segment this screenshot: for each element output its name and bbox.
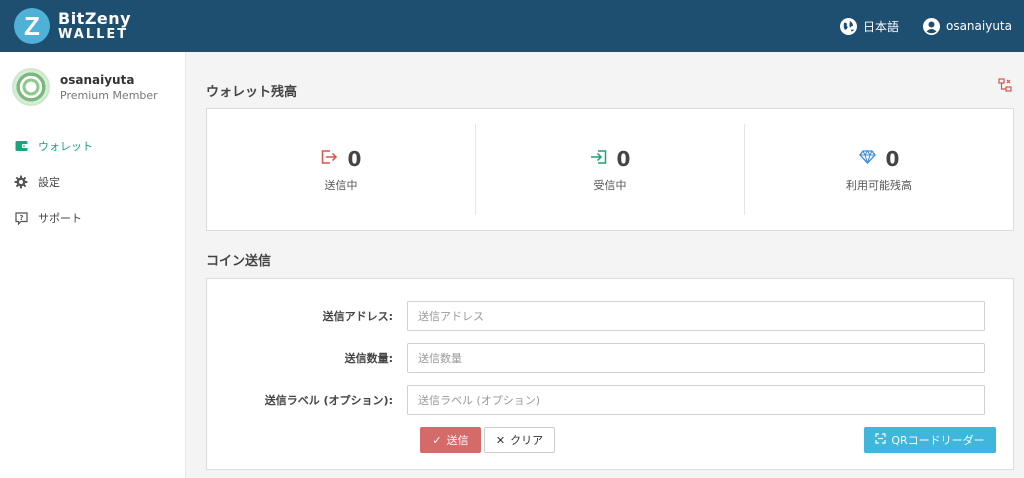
address-input[interactable] <box>407 301 985 331</box>
language-label: 日本語 <box>862 19 899 34</box>
available-balance: 0 利用可能残高 <box>745 124 1013 215</box>
receiving-label: 受信中 <box>593 178 627 192</box>
user-icon <box>922 17 940 35</box>
clear-button[interactable]: ✕ クリア <box>484 427 555 453</box>
balance-title: ウォレット残高 <box>206 85 298 100</box>
globe-icon <box>839 17 857 35</box>
available-label: 利用可能残高 <box>846 178 912 192</box>
sign-in-icon <box>590 149 607 168</box>
sending-value: 0 <box>347 146 362 171</box>
sign-out-icon <box>321 149 338 168</box>
send-form: 送信アドレス: 送信数量: 送信ラベル (オプション): ✓ 送信 ✕ クリア <box>206 278 1014 470</box>
network-status-icon[interactable] <box>998 77 1012 96</box>
qr-scan-icon <box>875 433 886 447</box>
memo-label: 送信ラベル (オプション): <box>264 394 393 407</box>
wallet-icon <box>14 139 28 153</box>
sending-balance: 0 送信中 <box>207 124 476 215</box>
close-icon: ✕ <box>495 433 506 447</box>
sidebar-item-wallet[interactable]: ウォレット <box>0 128 185 164</box>
diamond-icon <box>858 149 876 168</box>
gear-icon <box>14 175 28 189</box>
main-content: ウォレット残高 0 送信中 0 受信中 0 利用可能残高 コイン送信 送信アドレ… <box>206 52 1014 470</box>
brand-name: BitZeny <box>58 8 132 28</box>
brand-logo: Z <box>14 8 50 44</box>
sidebar: osanaiyuta Premium Member ウォレット 設定 ? サポー… <box>0 52 186 478</box>
receiving-balance: 0 受信中 <box>476 124 745 215</box>
avatar <box>12 68 50 106</box>
memo-input[interactable] <box>407 385 985 415</box>
amount-input[interactable] <box>407 343 985 373</box>
send-title: コイン送信 <box>206 254 272 269</box>
username-label: osanaiyuta <box>945 19 1012 33</box>
amount-label: 送信数量: <box>344 352 393 365</box>
address-label: 送信アドレス: <box>322 310 393 323</box>
user-menu[interactable]: osanaiyuta <box>922 17 1012 35</box>
svg-text:?: ? <box>19 214 23 222</box>
support-icon: ? <box>14 211 28 225</box>
brand-subtitle: WALLET <box>58 26 129 42</box>
sidebar-item-label: ウォレット <box>38 140 93 153</box>
sidebar-item-label: サポート <box>38 212 82 225</box>
balance-panel: 0 送信中 0 受信中 0 利用可能残高 <box>206 108 1014 231</box>
sidebar-item-settings[interactable]: 設定 <box>0 164 185 200</box>
profile-name: osanaiyuta <box>60 72 135 87</box>
sending-label: 送信中 <box>324 178 358 192</box>
sidebar-item-support[interactable]: ? サポート <box>0 200 185 236</box>
receiving-value: 0 <box>616 146 631 171</box>
user-profile: osanaiyuta Premium Member <box>0 52 185 106</box>
check-icon: ✓ <box>432 433 442 447</box>
profile-role: Premium Member <box>60 88 158 102</box>
top-navbar: Z BitZeny WALLET 日本語 osanaiyuta <box>0 0 1024 52</box>
language-selector[interactable]: 日本語 <box>839 17 899 35</box>
available-value: 0 <box>885 146 900 171</box>
sidebar-nav: ウォレット 設定 ? サポート <box>0 128 185 236</box>
brand[interactable]: Z BitZeny WALLET <box>14 8 131 44</box>
qr-reader-button[interactable]: QRコードリーダー <box>864 427 996 453</box>
sidebar-item-label: 設定 <box>38 176 60 189</box>
send-button[interactable]: ✓ 送信 <box>420 427 481 453</box>
